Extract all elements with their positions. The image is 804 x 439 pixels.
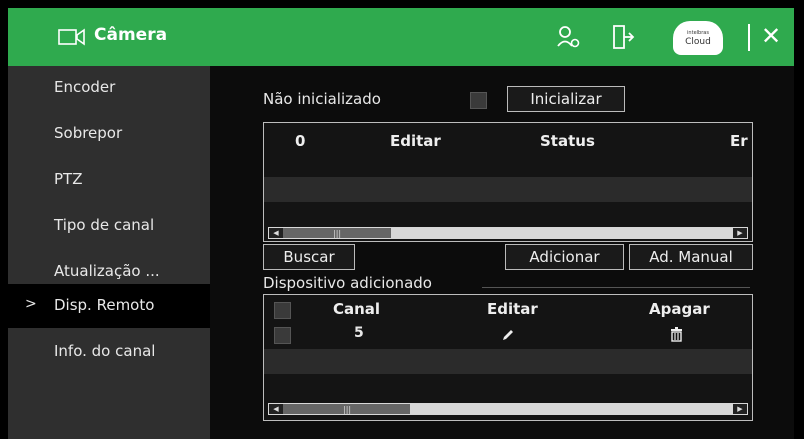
- cloud-brand-label: intelbras: [687, 30, 709, 36]
- scroll-right-icon[interactable]: ▶: [733, 404, 747, 414]
- sidebar-item-label: PTZ: [54, 170, 83, 188]
- initialize-button[interactable]: Inicializar: [507, 86, 625, 112]
- section-divider: [482, 287, 750, 288]
- scrollbar-thumb[interactable]: |||: [283, 228, 391, 238]
- init-checkbox[interactable]: [470, 92, 487, 109]
- sidebar-item-label: Atualização ...: [54, 262, 160, 280]
- grip-icon: |||: [333, 229, 342, 238]
- select-all-checkbox[interactable]: [274, 302, 291, 319]
- scroll-left-icon[interactable]: ◀: [269, 404, 283, 414]
- column-header-status[interactable]: Status: [540, 132, 595, 150]
- table-row[interactable]: 5: [264, 322, 752, 347]
- title-separator: [748, 24, 750, 51]
- table-row[interactable]: [264, 349, 752, 374]
- sidebar-item-disp-remoto[interactable]: > Disp. Remoto: [8, 284, 210, 328]
- edit-pencil-icon[interactable]: [501, 328, 515, 342]
- user-settings-icon[interactable]: [556, 24, 582, 50]
- sidebar-item-label: Tipo de canal: [54, 216, 155, 234]
- sidebar-item-label: Info. do canal: [54, 342, 156, 360]
- sidebar-item-ptz[interactable]: PTZ: [8, 158, 210, 202]
- scroll-right-icon[interactable]: ▶: [733, 228, 747, 238]
- init-status-text: Não inicializado: [263, 90, 381, 108]
- manual-add-button[interactable]: Ad. Manual: [629, 244, 753, 270]
- delete-trash-icon[interactable]: [670, 327, 683, 342]
- sidebar-item-sobrepor[interactable]: Sobrepor: [8, 112, 210, 156]
- sidebar: Encoder Sobrepor PTZ Tipo de canal Atual…: [8, 66, 210, 439]
- main-content: Não inicializado Inicializar 0 Editar St…: [210, 66, 794, 439]
- row-canal-value: 5: [354, 325, 364, 341]
- sidebar-item-label: Sobrepor: [54, 124, 123, 142]
- camera-icon: [58, 28, 85, 46]
- table-row[interactable]: [264, 177, 752, 202]
- search-button[interactable]: Buscar: [263, 244, 355, 270]
- cloud-button[interactable]: intelbras Cloud: [673, 21, 723, 55]
- title-bar: Câmera intelbras Cloud ✕: [8, 8, 794, 66]
- column-header-index[interactable]: 0: [295, 132, 305, 150]
- added-devices-table: Canal Editar Apagar 5 ◀ ||| ▶: [263, 294, 753, 421]
- horizontal-scrollbar[interactable]: ◀ ||| ▶: [268, 227, 748, 239]
- column-header-canal[interactable]: Canal: [333, 300, 380, 318]
- logout-icon[interactable]: [611, 24, 635, 50]
- column-header-editar[interactable]: Editar: [487, 300, 538, 318]
- sidebar-item-label: Encoder: [54, 78, 116, 96]
- add-button[interactable]: Adicionar: [505, 244, 624, 270]
- sidebar-item-encoder[interactable]: Encoder: [8, 66, 210, 110]
- window-title: Câmera: [94, 25, 168, 45]
- active-marker-icon: >: [25, 296, 37, 312]
- close-icon[interactable]: ✕: [761, 22, 781, 50]
- search-results-table: 0 Editar Status Er ◀ ||| ▶: [263, 122, 753, 242]
- added-section-title: Dispositivo adicionado: [263, 274, 432, 292]
- column-header-truncated[interactable]: Er: [730, 132, 748, 150]
- cloud-label: Cloud: [685, 37, 711, 47]
- column-header-editar[interactable]: Editar: [390, 132, 441, 150]
- scrollbar-thumb[interactable]: |||: [283, 404, 410, 414]
- row-checkbox[interactable]: [274, 327, 291, 344]
- sidebar-item-info-do-canal[interactable]: Info. do canal: [8, 330, 210, 374]
- sidebar-item-tipo-de-canal[interactable]: Tipo de canal: [8, 204, 210, 248]
- horizontal-scrollbar[interactable]: ◀ ||| ▶: [268, 403, 748, 415]
- grip-icon: |||: [343, 405, 352, 414]
- sidebar-item-label: Disp. Remoto: [54, 296, 155, 314]
- scroll-left-icon[interactable]: ◀: [269, 228, 283, 238]
- column-header-apagar[interactable]: Apagar: [649, 300, 710, 318]
